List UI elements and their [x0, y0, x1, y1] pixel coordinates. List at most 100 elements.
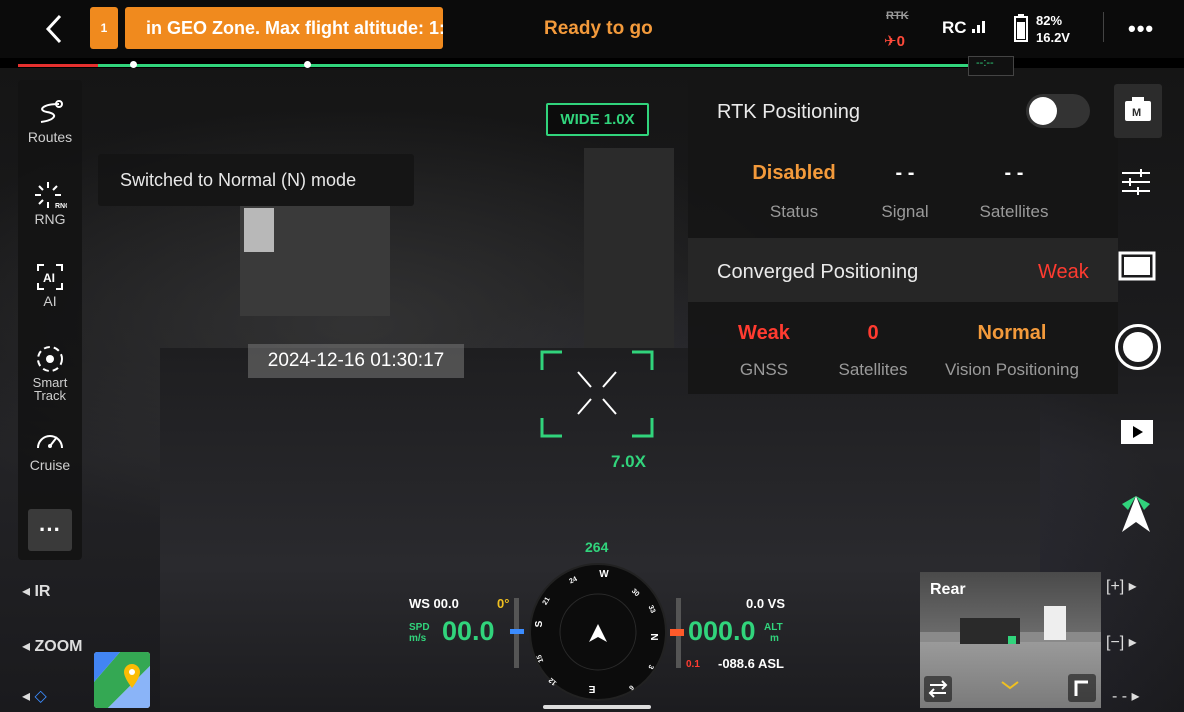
speed-value: 00.0 — [442, 616, 495, 646]
chevron-down-icon[interactable] — [1000, 680, 1020, 690]
compass-dial: W N E S 24 30 33 3 6 12 15 21 — [529, 563, 667, 701]
video-timestamp: 2024-12-16 01:30:17 — [248, 344, 464, 378]
rng-icon: RNG — [35, 182, 67, 210]
back-arrow-icon — [45, 14, 62, 44]
sidebar-item-routes[interactable]: Routes — [18, 98, 82, 144]
ai-icon: AI — [37, 264, 63, 290]
svg-text:RNG: RNG — [55, 203, 67, 210]
converged-satellites-label: Satellites — [838, 360, 908, 379]
converged-title: Converged Positioning — [717, 261, 919, 283]
speed-pointer — [510, 629, 524, 634]
vertical-speed: 0.0 VS — [746, 596, 786, 611]
satellite-icon: ✈ — [884, 33, 897, 50]
rear-cam-light — [1044, 606, 1066, 640]
flight-status: Ready to go — [544, 18, 653, 39]
altitude-asl: -088.6 ASL — [718, 656, 784, 671]
converged-status: Weak — [1038, 261, 1089, 283]
focus-reticle-icon — [540, 350, 654, 438]
geo-zone-count[interactable]: 1 — [90, 7, 118, 49]
converged-satellites-value: 0 — [867, 322, 879, 344]
lock-arrow: ◂ — [22, 688, 31, 705]
camera-mode-badge[interactable]: WIDE 1.0X — [546, 103, 649, 136]
sidebar-item-label: Smart Track — [32, 375, 68, 403]
zoom-control[interactable]: ◂ ZOOM — [22, 636, 82, 656]
sidebar-more-button[interactable]: ··· — [28, 509, 72, 551]
settings-sliders-icon[interactable] — [1120, 167, 1152, 197]
sidebar-item-smart-track[interactable]: Smart Track — [18, 344, 82, 402]
shutter-inner — [1123, 332, 1153, 362]
rear-cam-marker — [1008, 636, 1016, 644]
navigation-arrow-icon[interactable] — [1120, 494, 1152, 534]
timeline-marker-text: --:-- — [976, 57, 994, 69]
sidebar-item-cruise[interactable]: Cruise — [18, 426, 82, 472]
routes-icon — [40, 100, 63, 123]
rtk-satellites-label: Satellites — [979, 202, 1049, 221]
swap-view-icon[interactable] — [924, 676, 952, 702]
zoom-in-button[interactable]: [+] ▸ — [1106, 576, 1137, 596]
smart-track-icon — [37, 346, 63, 372]
timeline-green — [98, 64, 970, 67]
altitude-pointer — [670, 629, 684, 636]
rtk-status-label: Status — [769, 202, 819, 221]
divider — [1103, 12, 1104, 42]
rear-camera-label: Rear — [930, 581, 966, 598]
compass-s: S — [534, 620, 545, 627]
rtk-satellite-count[interactable]: ✈0 — [884, 32, 905, 50]
svg-text:M: M — [1132, 107, 1141, 119]
shutter-button[interactable] — [1115, 324, 1161, 370]
compass-n: N — [648, 633, 659, 640]
more-menu-button[interactable]: ••• — [1128, 16, 1154, 42]
compass-w: W — [599, 569, 609, 580]
timeline-red — [18, 64, 98, 67]
spd-unit-text: m/s — [409, 633, 427, 644]
vision-positioning-value: Normal — [977, 322, 1047, 344]
rtk-status-value: Disabled — [752, 162, 836, 184]
playback-icon[interactable] — [1120, 419, 1154, 445]
geo-zone-banner[interactable]: in GEO Zone. Max flight altitude: 1: — [125, 7, 443, 49]
zoom-out-button[interactable]: [−] ▸ — [1106, 632, 1137, 652]
gimbal-angle: 0° — [497, 596, 510, 611]
map-icon — [94, 652, 150, 708]
battery-voltage: 16.2V — [1036, 30, 1070, 45]
speed-label: SPD m/s — [409, 622, 430, 644]
camera-icon: M — [1125, 97, 1151, 121]
rtk-title: RTK Positioning — [717, 101, 861, 123]
ir-control[interactable]: ◂ IR — [22, 581, 50, 601]
expand-view-icon[interactable] — [1068, 674, 1096, 702]
wind-speed: WS 00.0 — [409, 596, 459, 611]
rtk-toggle[interactable] — [1026, 94, 1090, 128]
sidebar-item-rng[interactable]: RNG RNG — [18, 180, 82, 226]
rc-signal[interactable]: RC — [942, 18, 989, 38]
gimbal-lock-control[interactable]: ◂ ◇ — [22, 686, 47, 706]
rear-cam-more-button[interactable]: - - ▸ — [1112, 686, 1140, 706]
timeline-dot — [304, 61, 311, 68]
gnss-value: Weak — [738, 322, 790, 344]
home-indicator — [543, 705, 651, 709]
zoom-value: 7.0X — [611, 452, 646, 471]
sidebar-item-label: RNG — [34, 211, 66, 227]
back-button[interactable] — [38, 12, 72, 46]
sidebar-item-ai[interactable]: AI AI — [18, 262, 82, 308]
mode-toast: Switched to Normal (N) mode — [98, 154, 414, 206]
window-light — [244, 208, 274, 252]
rtk-signal-label: Signal — [881, 202, 929, 221]
altitude-value: 000.0 — [688, 616, 756, 646]
diamond-icon: ◇ — [34, 688, 47, 705]
zoom-out-label: [−] — [1106, 634, 1125, 651]
signal-bars-icon — [972, 21, 986, 33]
rtk-status-label[interactable]: RTK — [886, 10, 909, 22]
zoom-in-label: [+] — [1106, 578, 1125, 595]
camera-mode-button[interactable]: M — [1114, 84, 1162, 138]
heading-value: 264 — [585, 539, 609, 555]
sidebar-item-label: AI — [43, 293, 57, 309]
rc-label: RC — [942, 18, 967, 37]
altitude-label: ALT m — [764, 622, 783, 644]
battery-percent: 82% — [1036, 13, 1063, 28]
aspect-ratio-icon[interactable] — [1118, 251, 1156, 281]
rear-cam-more-label: - - — [1112, 688, 1128, 705]
cruise-icon — [37, 435, 63, 449]
map-thumbnail[interactable] — [94, 652, 150, 708]
compass-e: E — [588, 683, 595, 694]
left-sidebar: Routes RNG RNG AI AI Smart Track — [18, 80, 82, 560]
svg-text:AI: AI — [43, 271, 55, 285]
